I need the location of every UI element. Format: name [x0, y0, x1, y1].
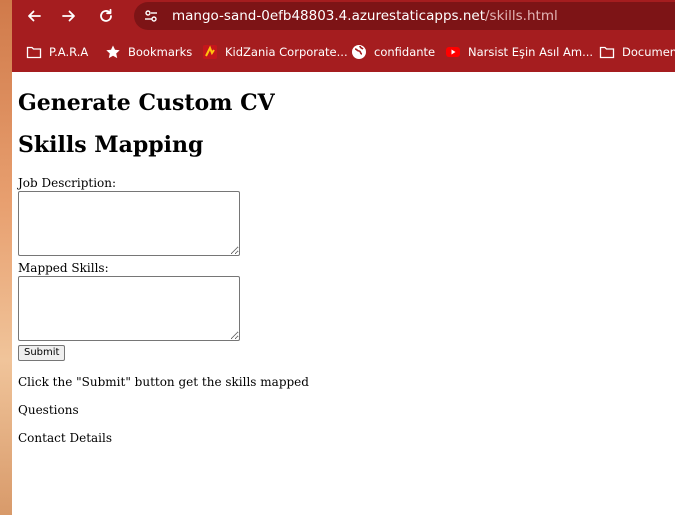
submit-button[interactable]: Submit [18, 345, 66, 361]
questions-text: Questions [18, 403, 79, 417]
mapped-skills-label: Mapped Skills: [18, 261, 109, 275]
folder-icon [599, 46, 615, 59]
instructions-text: Click the "Submit" button get the skills… [18, 375, 309, 389]
url-host: mango-sand-0efb48803.4.azurestaticapps.n… [172, 8, 485, 24]
bookmark-label: Documen [622, 45, 675, 59]
desktop-background-edge [0, 0, 12, 515]
reload-button[interactable] [94, 4, 118, 28]
bookmark-label: Bookmarks [128, 45, 193, 59]
address-bar[interactable]: mango-sand-0efb48803.4.azurestaticapps.n… [134, 2, 675, 30]
mapped-skills-output[interactable] [18, 276, 240, 341]
youtube-icon [446, 47, 460, 57]
bookmark-narsist[interactable]: Narsist Eşin Asıl Am... [445, 42, 593, 62]
reload-icon [100, 8, 112, 22]
page-content: Generate Custom CV Skills Mapping Job De… [18, 72, 675, 515]
browser-toolbar: mango-sand-0efb48803.4.azurestaticapps.n… [12, 0, 675, 32]
arrow-left-icon [28, 10, 41, 22]
url-path: /skills.html [485, 8, 558, 24]
job-description-input[interactable] [18, 191, 240, 256]
page-title: Generate Custom CV [18, 90, 275, 116]
kidzania-icon [203, 45, 217, 59]
browser-window: mango-sand-0efb48803.4.azurestaticapps.n… [12, 0, 675, 515]
star-icon [106, 45, 120, 59]
bookmark-label: KidZania Corporate... [225, 45, 348, 59]
globe-icon [352, 45, 366, 59]
job-description-label: Job Description: [18, 176, 117, 190]
bookmark-label: P.A.R.A [49, 45, 89, 59]
folder-icon [26, 46, 42, 59]
forward-button[interactable] [57, 4, 81, 28]
bookmarks-bar: P.A.R.A Bookmarks KidZania Corporate... … [12, 32, 675, 72]
back-button[interactable] [22, 4, 46, 28]
bookmark-kidzania[interactable]: KidZania Corporate... [202, 42, 348, 62]
bookmark-documents[interactable]: Documen [599, 42, 675, 62]
section-heading: Skills Mapping [18, 132, 204, 158]
bookmark-para[interactable]: P.A.R.A [26, 42, 88, 62]
arrow-right-icon [62, 10, 75, 22]
tune-icon [145, 10, 157, 22]
bookmark-label: Narsist Eşin Asıl Am... [468, 45, 594, 59]
bookmark-bookmarks[interactable]: Bookmarks [105, 42, 192, 62]
contact-details-text: Contact Details [18, 431, 113, 445]
site-info-button[interactable] [142, 7, 160, 25]
url-text: mango-sand-0efb48803.4.azurestaticapps.n… [172, 8, 558, 24]
bookmark-label: confidante [374, 45, 436, 59]
bookmark-confidante[interactable]: confidante [351, 42, 435, 62]
